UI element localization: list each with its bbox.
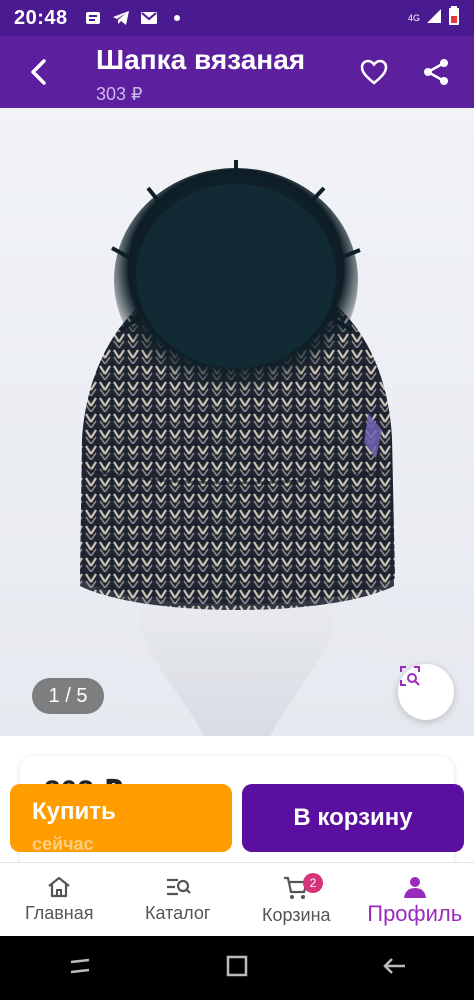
network-label: 4G [407, 13, 420, 23]
product-title: Шапка вязаная [96, 44, 306, 75]
share-button[interactable] [418, 54, 454, 90]
signal-icon [426, 8, 442, 29]
message-icon [84, 10, 102, 26]
nav-item-cart[interactable]: 2 Корзина [237, 863, 356, 936]
status-right: 4G [407, 5, 460, 31]
telegram-icon [112, 10, 130, 26]
nav-label-catalog: Каталог [145, 903, 211, 923]
home-system-button[interactable] [226, 955, 248, 982]
system-back-button[interactable] [381, 956, 407, 981]
product-image [80, 160, 395, 736]
status-time: 20:48 [14, 6, 68, 29]
nav-label-profile: Профиль [367, 901, 463, 926]
profile-icon [403, 877, 426, 898]
notification-icons [84, 10, 186, 26]
add-to-cart-label: В корзину [293, 804, 413, 831]
buy-now-sublabel: сейчас [32, 834, 94, 854]
back-button[interactable] [20, 54, 56, 90]
image-counter: 1 / 5 [32, 678, 104, 714]
buy-now-label: Купить [32, 798, 116, 825]
product-gallery[interactable]: 1 / 5 [0, 108, 474, 736]
dot-icon [168, 10, 186, 26]
nav-item-home[interactable]: Главная [0, 863, 119, 936]
visual-search-icon [400, 666, 420, 686]
nav-item-profile[interactable]: Профиль [356, 863, 474, 936]
system-back-icon [383, 957, 406, 974]
catalog-icon [166, 878, 191, 896]
app-header: Шапка вязаная 303 ₽ [0, 36, 474, 108]
recents-icon [70, 958, 89, 973]
mail-icon [140, 10, 158, 26]
favorite-button[interactable] [356, 54, 392, 90]
status-bar: 20:48 4G [0, 0, 474, 36]
cart-badge: 2 [303, 873, 323, 893]
battery-icon [448, 5, 460, 31]
system-navigation-bar [0, 936, 474, 1000]
nav-item-catalog[interactable]: Каталог [119, 863, 238, 936]
recent-apps-button[interactable] [67, 956, 93, 981]
heart-icon [360, 59, 388, 85]
back-arrow-icon [31, 59, 46, 85]
buy-now-button[interactable]: Купить сейчас [10, 784, 232, 854]
home-icon [48, 876, 70, 898]
header-price: 303 ₽ [96, 84, 143, 104]
bottom-navigation: Главная Каталог 2 Корзина Профиль [0, 862, 474, 936]
add-to-cart-button[interactable]: В корзину [242, 784, 464, 852]
nav-label-home: Главная [24, 903, 94, 923]
search-similar-button[interactable] [398, 664, 454, 720]
nav-label-cart: Корзина [261, 905, 331, 925]
square-home-icon [226, 955, 248, 976]
share-icon [424, 59, 448, 85]
